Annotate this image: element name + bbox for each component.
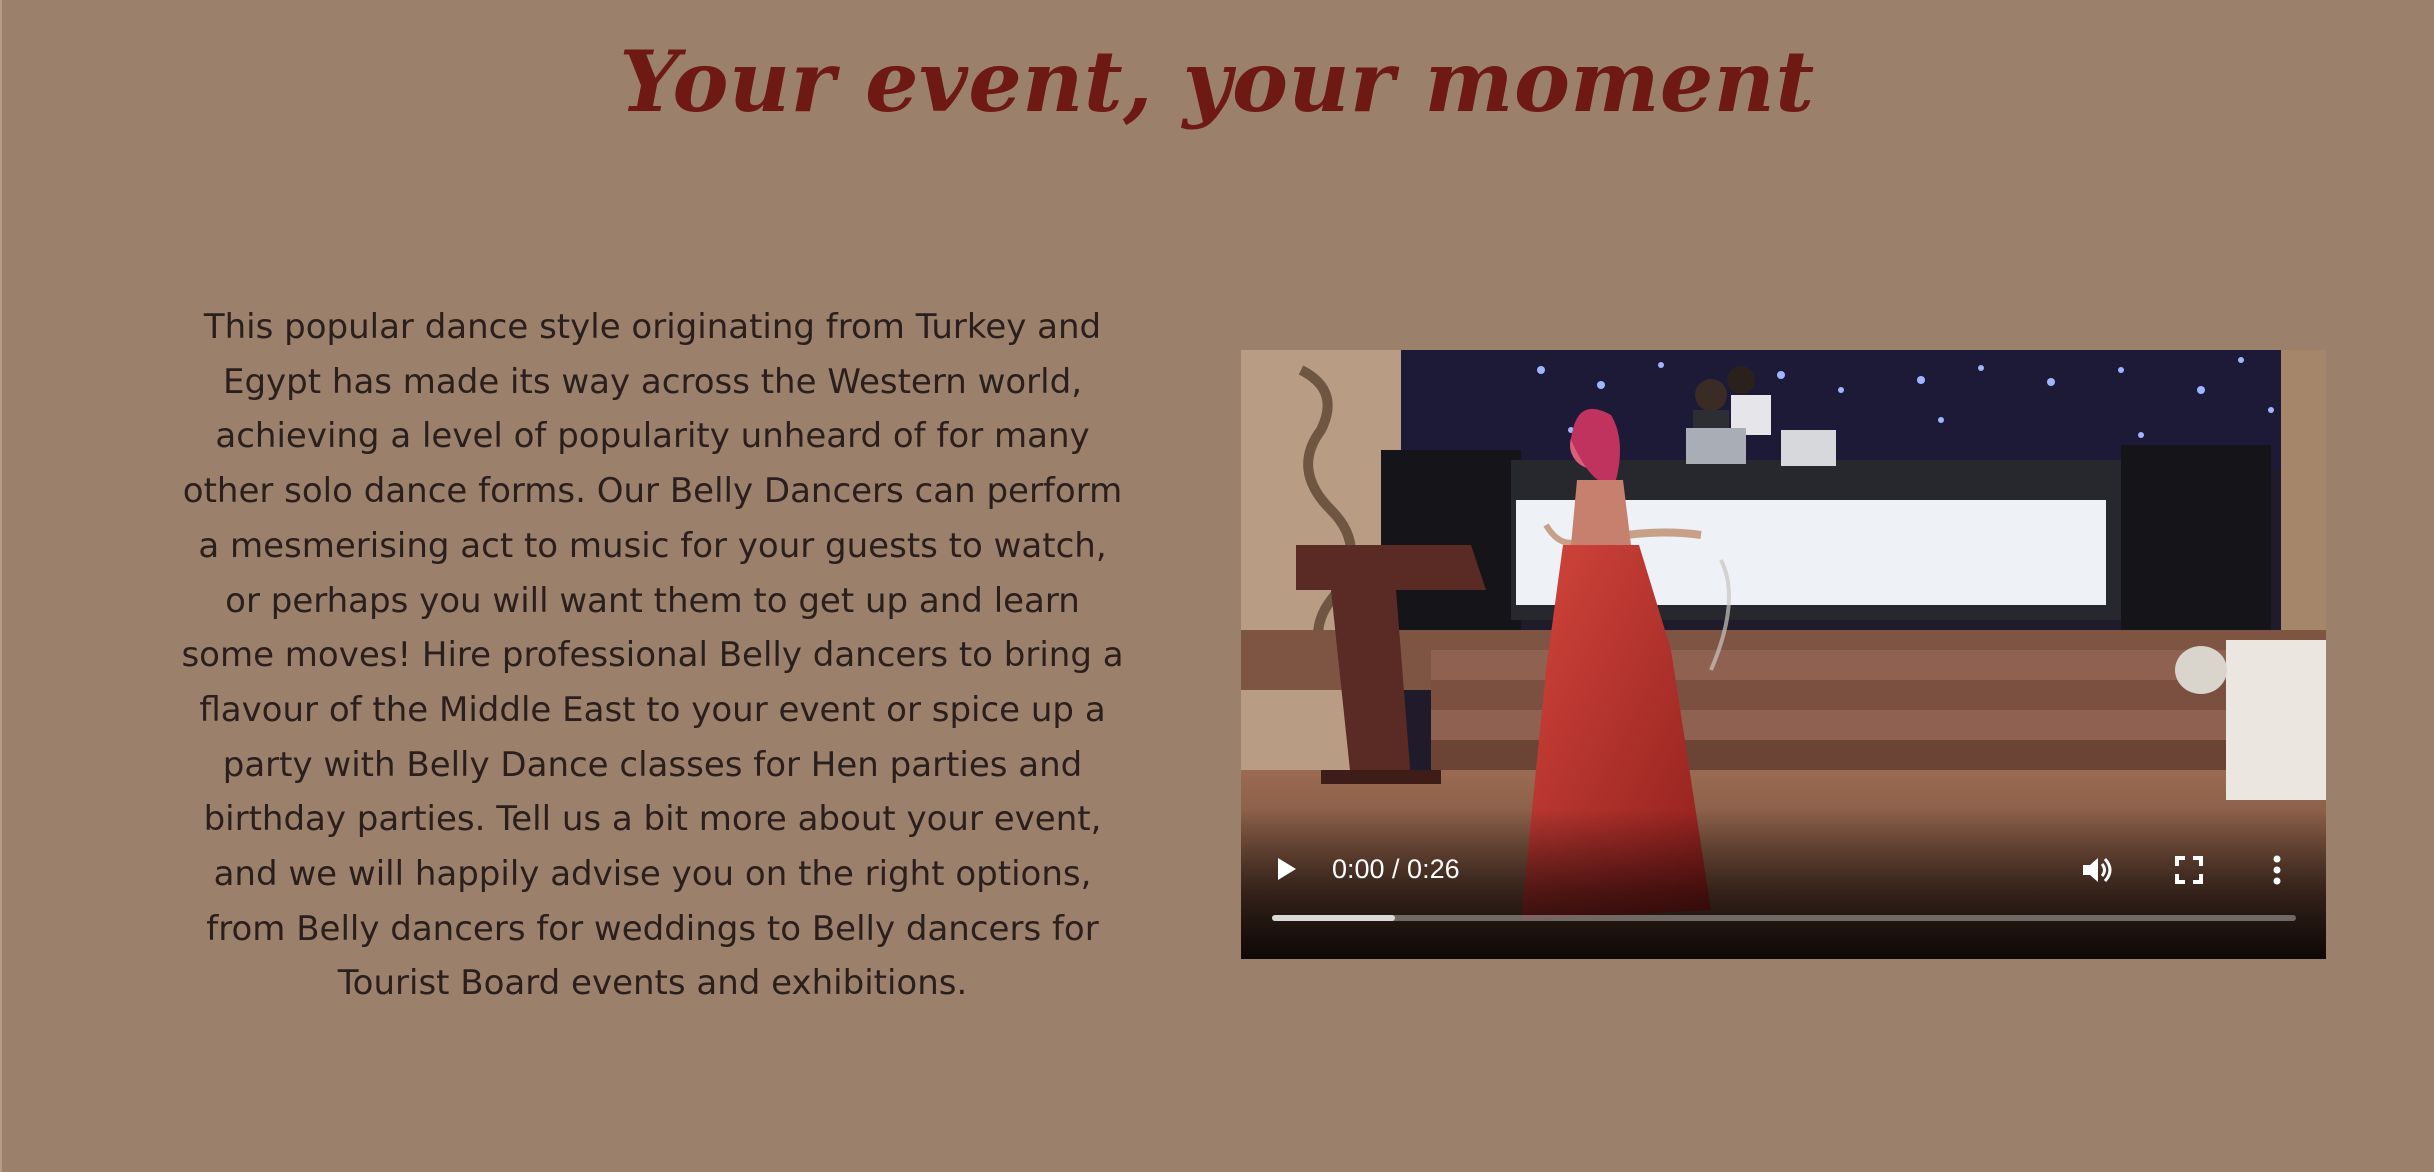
page-edge <box>0 0 2 1172</box>
volume-icon[interactable] <box>2079 852 2115 888</box>
play-icon[interactable] <box>1271 854 1301 884</box>
more-options-icon[interactable] <box>2265 852 2289 888</box>
fullscreen-icon[interactable] <box>2173 854 2205 886</box>
progress-buffered <box>1272 915 1395 921</box>
page-title: Your event, your moment <box>619 32 1815 131</box>
time-display: 0:00 / 0:26 <box>1332 854 1460 884</box>
video-player[interactable]: 0:00 / 0:26 <box>1241 350 2326 959</box>
intro-paragraph: This popular dance style originating fro… <box>181 307 1124 1004</box>
progress-bar[interactable] <box>1272 915 2296 921</box>
